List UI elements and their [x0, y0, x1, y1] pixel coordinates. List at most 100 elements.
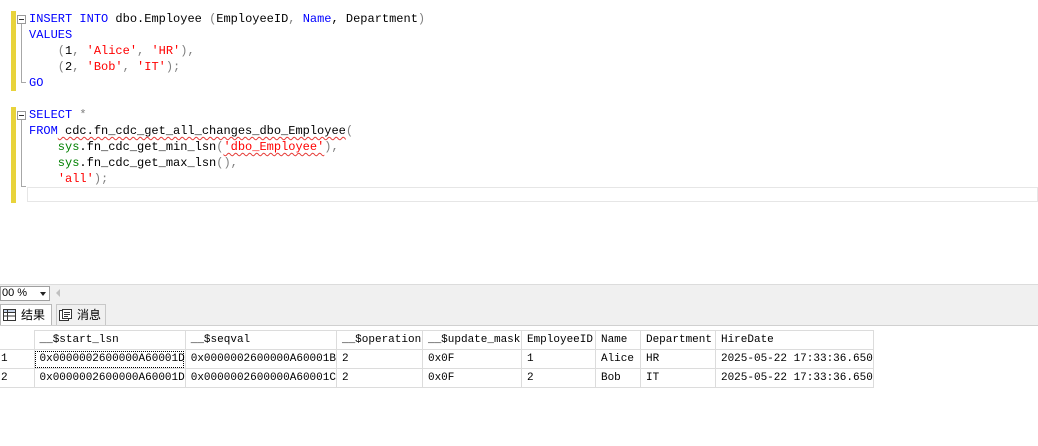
grid-cell[interactable]: 2025-05-22 17:33:36.650	[714, 368, 874, 388]
keyword-token: VALUES	[29, 28, 73, 42]
column-header[interactable]: EmployeeID	[520, 330, 596, 350]
column-header[interactable]: __$seqval	[184, 330, 337, 350]
code-line-1: INSERT INTO dbo.Employee (EmployeeID, Na…	[29, 11, 425, 27]
operator-token: (	[29, 60, 66, 74]
operator-token: ),	[324, 140, 339, 154]
schema-token: sys	[29, 140, 80, 154]
query-editor[interactable]: INSERT INTO dbo.Employee ( EmployeeID, Na…	[0, 0, 1038, 284]
grid-corner[interactable]	[0, 330, 35, 350]
table-row[interactable]: 1 0x0000002600000A60001D 0x0000002600000…	[0, 349, 874, 369]
operator-token: )	[417, 12, 426, 26]
grid-cell[interactable]: 2	[335, 368, 423, 388]
operator-token: *	[79, 108, 87, 122]
operator-token: );	[165, 60, 181, 74]
keyword-token: FROM	[29, 124, 58, 138]
schema-token: sys	[29, 156, 80, 170]
grid-cell[interactable]: Alice	[594, 349, 641, 369]
column-header[interactable]: Department	[639, 330, 716, 350]
row-number[interactable]: 2	[0, 368, 35, 388]
code-token: .fn_cdc_get_max_lsn	[79, 156, 217, 170]
string-token: 'IT'	[137, 60, 166, 74]
zoom-value: 00 %	[2, 287, 28, 299]
results-grid-area: __$start_lsn __$seqval __$operation __$u…	[0, 326, 1038, 446]
zoom-dropdown[interactable]: 00 %	[0, 286, 50, 301]
results-grid[interactable]: __$start_lsn __$seqval __$operation __$u…	[0, 330, 874, 388]
scroll-left-arrow-icon[interactable]	[56, 289, 60, 297]
operator-token: ),	[180, 44, 195, 58]
grid-cell[interactable]: Bob	[594, 368, 641, 388]
column-header[interactable]: HireDate	[714, 330, 874, 350]
grid-cell[interactable]: 0x0F	[421, 349, 522, 369]
grid-icon	[3, 309, 16, 321]
column-header[interactable]: __$update_mask	[421, 330, 522, 350]
grid-cell[interactable]: HR	[639, 349, 716, 369]
grid-cell[interactable]: 0x0000002600000A60001D	[33, 349, 186, 369]
changed-lines-bar	[11, 107, 16, 203]
string-token: 'Bob'	[86, 60, 123, 74]
code-token: EmployeeID	[216, 12, 289, 26]
row-number[interactable]: 1	[0, 349, 35, 369]
tab-results-label: 结果	[21, 308, 46, 322]
operator-token: );	[93, 172, 109, 186]
grid-cell[interactable]: 2	[520, 368, 596, 388]
keyword-token: INSERT	[29, 12, 73, 26]
code-token: .fn_cdc_get_min_lsn	[79, 140, 217, 154]
tab-messages[interactable]: 消息	[56, 304, 106, 325]
fold-guide-line	[21, 24, 22, 82]
code-line-4: (2, 'Bob', 'IT');	[29, 59, 180, 75]
grid-header-row: __$start_lsn __$seqval __$operation __$u…	[0, 330, 874, 350]
code-token: dbo.Employee	[108, 12, 210, 26]
code-line-5: GO	[29, 75, 43, 91]
current-line-highlight	[27, 187, 1038, 202]
grid-cell[interactable]: 2	[335, 349, 423, 369]
code-line-3: (1, 'Alice', 'HR'),	[29, 43, 195, 59]
operator-token: (	[345, 124, 354, 138]
grid-cell[interactable]: 0x0000002600000A60001B	[184, 349, 337, 369]
tab-messages-label: 消息	[77, 308, 102, 322]
grid-cell[interactable]: 0x0000002600000A60001D	[33, 368, 186, 388]
chevron-down-icon	[40, 292, 46, 296]
operator-token: ,	[137, 44, 152, 58]
code-line-2: VALUES	[29, 27, 72, 43]
string-token: 'dbo_Employee'	[223, 140, 325, 154]
operator-token: ,	[72, 44, 87, 58]
grid-cell[interactable]: 1	[520, 349, 596, 369]
grid-cell[interactable]: 0x0000002600000A60001C	[184, 368, 337, 388]
operator-token: ,	[122, 60, 138, 74]
keyword-token: INTO	[79, 12, 109, 26]
operator-token: (),	[216, 156, 238, 170]
ssms-query-window: INSERT INTO dbo.Employee ( EmployeeID, Na…	[0, 0, 1038, 446]
fold-guide-end	[21, 186, 26, 187]
keyword-token: SELECT	[29, 108, 73, 122]
keyword-token: Name	[302, 12, 332, 26]
operator-token: ,	[288, 12, 303, 26]
table-row[interactable]: 2 0x0000002600000A60001D 0x0000002600000…	[0, 368, 874, 388]
fold-guide-end	[21, 82, 26, 83]
code-token: , Department	[331, 12, 418, 26]
grid-cell[interactable]: 0x0F	[421, 368, 522, 388]
fold-guide-line	[21, 120, 22, 186]
code-line-7: FROM cdc.fn_cdc_get_all_changes_dbo_Empl…	[29, 123, 353, 139]
tab-results[interactable]: 结果	[0, 304, 52, 325]
column-header[interactable]: __$operation	[335, 330, 423, 350]
operator-token: ,	[72, 60, 87, 74]
grid-cell[interactable]: 2025-05-22 17:33:36.650	[714, 349, 874, 369]
code-token: cdc.fn_cdc_get_all_changes_dbo_Employee	[57, 124, 346, 138]
operator-token: (	[29, 44, 66, 58]
message-icon	[59, 309, 72, 321]
string-token: 'all'	[57, 172, 94, 186]
changed-lines-bar	[11, 11, 16, 91]
column-header[interactable]: __$start_lsn	[33, 330, 186, 350]
string-token: 'HR'	[151, 44, 181, 58]
editor-status-strip: 00 %	[0, 284, 1038, 302]
results-tab-strip: 结果 消息	[0, 302, 1038, 326]
code-line-10: 'all');	[29, 171, 108, 187]
column-header[interactable]: Name	[594, 330, 641, 350]
code-line-9: sys.fn_cdc_get_max_lsn(),	[29, 155, 238, 171]
collapse-toggle[interactable]	[17, 111, 26, 120]
code-line-8: sys.fn_cdc_get_min_lsn('dbo_Employee'),	[29, 139, 339, 155]
collapse-toggle[interactable]	[17, 15, 26, 24]
code-line-6: SELECT *	[29, 107, 87, 123]
grid-cell[interactable]: IT	[639, 368, 716, 388]
